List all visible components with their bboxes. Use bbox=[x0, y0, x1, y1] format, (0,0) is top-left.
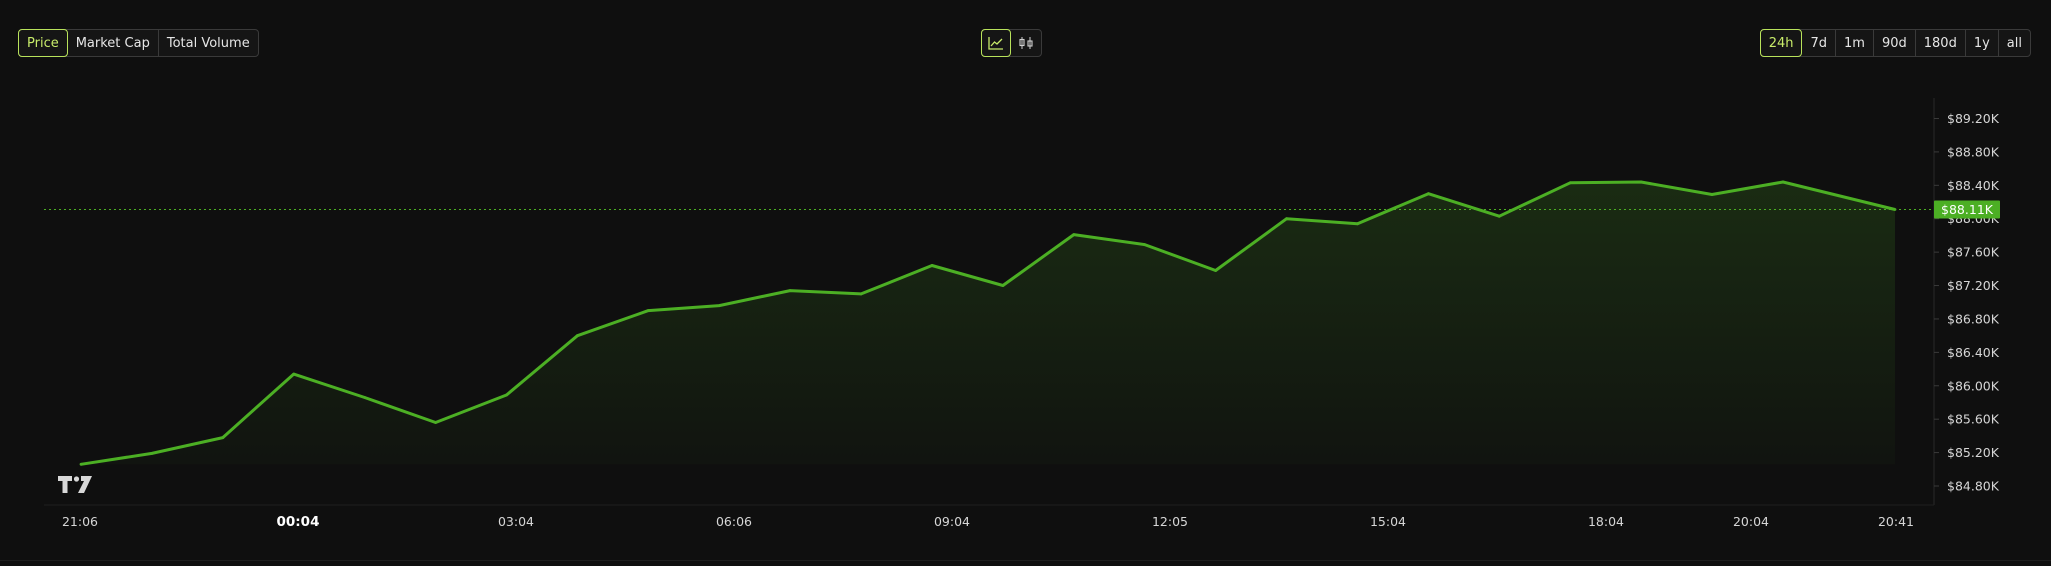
x-tick-label: 12:05 bbox=[1152, 514, 1188, 529]
data-point-13 bbox=[1001, 284, 1005, 287]
x-tick-label: 20:04 bbox=[1733, 514, 1769, 529]
data-point-18 bbox=[1356, 222, 1359, 226]
bottom-divider bbox=[0, 560, 2051, 561]
x-tick-label: 20:41 bbox=[1878, 514, 1914, 529]
y-tick-label: $88.40K bbox=[1947, 178, 2000, 193]
y-tick-label: $85.60K bbox=[1947, 412, 2000, 427]
data-point-19 bbox=[1427, 192, 1430, 196]
data-point-20 bbox=[1497, 214, 1501, 218]
area-fill bbox=[81, 182, 1895, 465]
data-point-0 bbox=[79, 462, 83, 466]
x-tick-label: 03:04 bbox=[498, 514, 534, 529]
y-tick-label: $87.20K bbox=[1947, 278, 2000, 293]
data-point-3 bbox=[292, 372, 296, 376]
data-point-8 bbox=[646, 309, 650, 312]
current-price-label: $88.11K bbox=[1941, 202, 1994, 217]
x-tick-label: 00:04 bbox=[277, 514, 320, 530]
price-chart: $89.20K$88.80K$88.40K$88.00K$87.60K$87.2… bbox=[44, 98, 2000, 530]
data-point-1 bbox=[150, 452, 154, 455]
x-tick-label: 06:06 bbox=[716, 514, 752, 529]
x-tick-label: 09:04 bbox=[934, 514, 970, 529]
y-tick-label: $86.80K bbox=[1947, 311, 2000, 326]
data-point-16 bbox=[1214, 269, 1217, 272]
x-tick-label: 21:06 bbox=[62, 514, 98, 529]
x-tick-label: 15:04 bbox=[1370, 514, 1406, 529]
data-point-14 bbox=[1072, 233, 1076, 237]
data-point-5 bbox=[434, 421, 437, 424]
data-point-15 bbox=[1143, 243, 1147, 247]
data-point-24 bbox=[1781, 180, 1785, 184]
data-point-21 bbox=[1568, 181, 1572, 185]
y-tick-label: $84.80K bbox=[1947, 479, 2000, 494]
data-point-4 bbox=[363, 396, 367, 399]
data-point-9 bbox=[717, 304, 721, 307]
data-point-11 bbox=[859, 292, 863, 296]
x-tick-label: 18:04 bbox=[1588, 514, 1624, 529]
data-point-23 bbox=[1710, 193, 1714, 196]
y-tick-label: $88.80K bbox=[1947, 144, 2000, 159]
data-point-12 bbox=[930, 264, 934, 267]
y-tick-label: $86.40K bbox=[1947, 345, 2000, 360]
y-tick-label: $87.60K bbox=[1947, 245, 2000, 260]
data-point-10 bbox=[788, 289, 792, 292]
y-tick-label: $89.20K bbox=[1947, 111, 2000, 126]
data-point-2 bbox=[221, 436, 225, 439]
data-point-6 bbox=[505, 393, 508, 397]
y-tick-label: $86.00K bbox=[1947, 378, 2000, 393]
chart-logo bbox=[58, 476, 92, 493]
data-point-7 bbox=[576, 334, 579, 338]
data-point-17 bbox=[1285, 217, 1288, 221]
y-tick-label: $85.20K bbox=[1947, 445, 2000, 460]
data-point-22 bbox=[1639, 180, 1643, 184]
